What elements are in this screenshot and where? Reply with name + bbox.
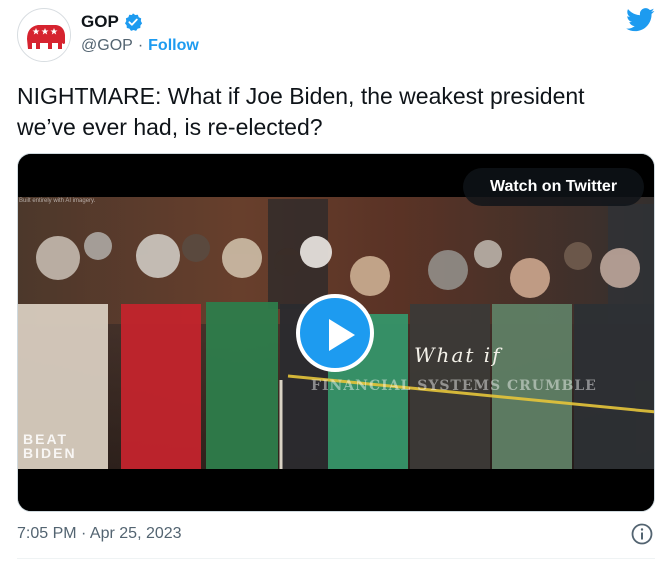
handle-row: @GOP · Follow [81, 37, 199, 55]
tweet-card: GOP @GOP · Follow NIGHTMARE: What if Joe… [0, 0, 669, 574]
twitter-bird-icon[interactable] [626, 8, 655, 32]
gop-elephant-logo-icon [19, 10, 70, 61]
video-overlay-what-if: What if [414, 343, 502, 367]
beat-biden-logo: BEAT BIDEN [23, 432, 77, 460]
ai-imagery-note: Built entirely with AI imagery. [19, 198, 96, 204]
tweet-timestamp[interactable]: 7:05 PM · Apr 25, 2023 [17, 525, 182, 543]
author-handle[interactable]: @GOP [81, 37, 133, 55]
beat-biden-logo-line1: BEAT [23, 431, 69, 447]
divider [17, 558, 655, 559]
info-icon[interactable] [630, 522, 654, 546]
tweet-text: NIGHTMARE: What if Joe Biden, the weakes… [17, 83, 585, 140]
author-name-row[interactable]: GOP [81, 12, 143, 32]
follow-button[interactable]: Follow [148, 37, 199, 55]
verified-badge-icon [124, 13, 142, 31]
video-overlay-caption: FINANCIAL SYSTEMS CRUMBLE [311, 378, 597, 394]
author-name[interactable]: GOP [81, 12, 119, 32]
avatar[interactable] [17, 8, 71, 62]
beat-biden-logo-line2: BIDEN [23, 445, 77, 461]
play-icon[interactable] [296, 294, 374, 372]
watch-on-twitter-button[interactable]: Watch on Twitter [463, 168, 644, 206]
separator-dot: · [137, 37, 144, 54]
